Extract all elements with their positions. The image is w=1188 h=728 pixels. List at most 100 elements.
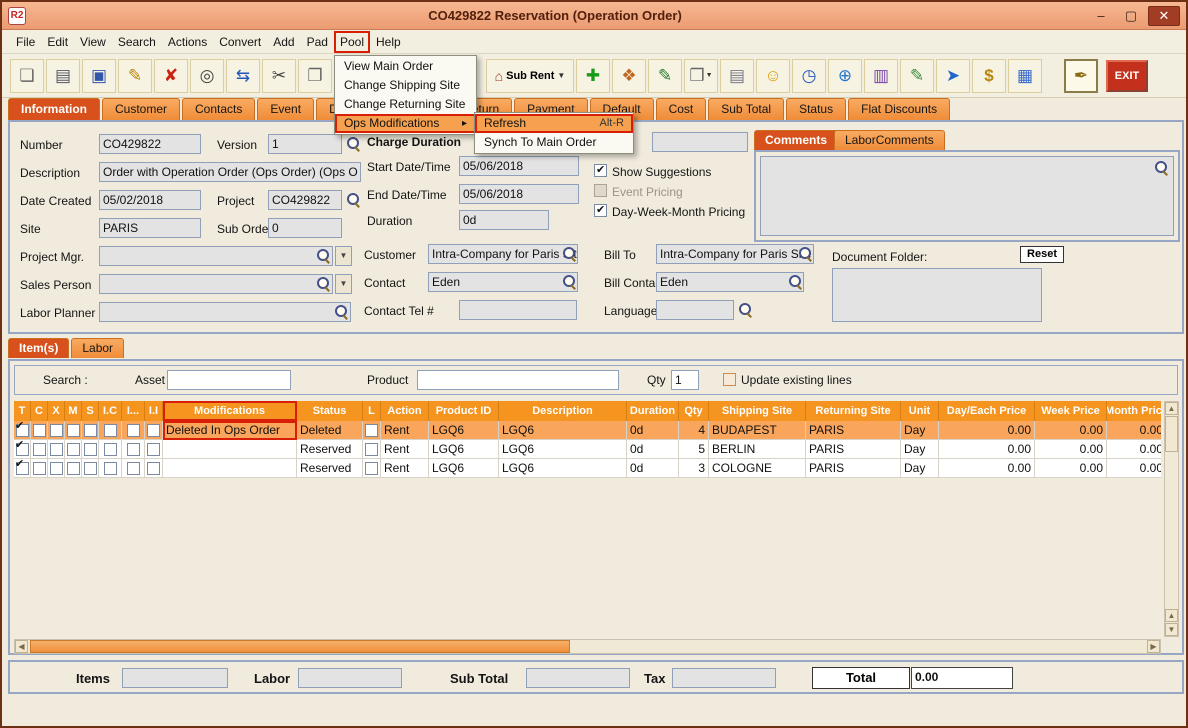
product-search-field[interactable] [417,370,619,390]
col-week-price[interactable]: Week Price [1035,401,1107,421]
tab-labor[interactable]: Labor [71,338,124,358]
l-checkbox[interactable] [365,424,378,437]
ic-checkbox[interactable] [104,443,117,456]
menu-item-view-main-order[interactable]: View Main Order [335,57,476,76]
returning-site-cell[interactable]: PARIS [806,440,901,459]
comments-search-icon[interactable] [1154,160,1168,174]
t-checkbox[interactable] [16,443,29,456]
product-id-cell[interactable]: LGQ6 [429,440,499,459]
menu-item-refresh[interactable]: Refresh Alt-R [475,114,633,133]
month-price-cell[interactable]: 0.00 [1107,421,1161,440]
modifications-cell[interactable] [163,459,297,478]
col-returning-site[interactable]: Returning Site [806,401,901,421]
duration-cell[interactable]: 0d [627,459,679,478]
edit-button[interactable]: ✎ [118,59,152,93]
tab-event[interactable]: Event [257,98,314,120]
col-unit[interactable]: Unit [901,401,939,421]
col-action[interactable]: Action [381,401,429,421]
tab-information[interactable]: Information [8,98,100,120]
i2-checkbox[interactable] [127,443,140,456]
c-checkbox[interactable] [33,443,46,456]
cut-button[interactable]: ✂ [262,59,296,93]
scroll-up-icon[interactable]: ▲ [1165,402,1178,415]
version-search-icon[interactable] [346,136,360,150]
language-search-icon[interactable] [738,302,752,316]
col-description[interactable]: Description [499,401,627,421]
week-price-cell[interactable]: 0.00 [1035,421,1107,440]
action-cell[interactable]: Rent [381,459,429,478]
labor-planner-search-icon[interactable] [334,304,348,318]
tab-cost[interactable]: Cost [656,98,707,120]
col-c[interactable]: C [31,401,48,421]
status-cell[interactable]: Reserved [297,459,363,478]
col-day-each-price[interactable]: Day/Each Price [939,401,1035,421]
tab-sub-total[interactable]: Sub Total [708,98,784,120]
start-date-field[interactable]: 05/06/2018 [459,156,579,176]
menu-edit[interactable]: Edit [41,31,74,53]
col-s[interactable]: S [82,401,99,421]
scroll-right-icon[interactable]: ▶ [1147,640,1160,653]
memo-button[interactable]: ✎ [900,59,934,93]
qty-field[interactable]: 1 [671,370,699,390]
contact-tel-field[interactable] [459,300,577,320]
tab-labor-comments[interactable]: LaborComments [834,130,945,150]
duration-cell[interactable]: 0d [627,421,679,440]
col-i2[interactable]: I... [122,401,145,421]
billing-button[interactable]: $ [972,59,1006,93]
labor-planner-field[interactable] [99,302,351,322]
time-button[interactable]: ◷ [792,59,826,93]
t-checkbox[interactable] [16,424,29,437]
action-cell[interactable]: Rent [381,440,429,459]
col-t[interactable]: T [14,401,31,421]
menu-help[interactable]: Help [370,31,407,53]
sales-person-dropdown-button[interactable]: ▼ [335,274,352,294]
add-line-button[interactable]: ✚ [576,59,610,93]
copies-button[interactable]: ❒▼ [684,59,718,93]
tab-status[interactable]: Status [786,98,846,120]
menu-pool[interactable]: Pool View Main Order Change Shipping Sit… [334,31,370,53]
sub-orders-field[interactable]: 0 [268,218,342,238]
bill-to-field[interactable]: Intra-Company for Paris Site [656,244,814,264]
col-x[interactable]: X [48,401,65,421]
table-row[interactable]: Reserved Rent LGQ6 LGQ6 0d 5 BERLIN PARI… [14,440,1161,459]
asset-search-field[interactable] [167,370,291,390]
date-created-field[interactable]: 05/02/2018 [99,190,201,210]
x-checkbox[interactable] [50,424,63,437]
ii-checkbox[interactable] [147,424,160,437]
event-pricing-checkbox[interactable] [594,184,607,197]
description-field[interactable]: Order with Operation Order (Ops Order) (… [99,162,361,182]
month-price-cell[interactable]: 0.00 [1107,459,1161,478]
ic-checkbox[interactable] [104,424,117,437]
unit-cell[interactable]: Day [901,440,939,459]
project-mgr-search-icon[interactable] [316,248,330,262]
number-field[interactable]: CO429822 [99,134,201,154]
col-qty[interactable]: Qty [679,401,709,421]
s-checkbox[interactable] [84,443,97,456]
group-items-button[interactable]: ❖ [612,59,646,93]
customer-search-icon[interactable] [562,246,576,260]
save-button[interactable]: ▣ [82,59,116,93]
print-preview-button[interactable]: ▤ [720,59,754,93]
action-cell[interactable]: Rent [381,421,429,440]
product-id-cell[interactable]: LGQ6 [429,421,499,440]
product-id-cell[interactable]: LGQ6 [429,459,499,478]
t-checkbox[interactable] [16,462,29,475]
project-search-icon[interactable] [346,192,360,206]
duration-field[interactable]: 0d [459,210,549,230]
ic-checkbox[interactable] [104,462,117,475]
day-price-cell[interactable]: 0.00 [939,421,1035,440]
exit-button[interactable]: EXIT [1106,60,1148,92]
unit-cell[interactable]: Day [901,459,939,478]
show-suggestions-checkbox[interactable] [594,164,607,177]
tab-customer[interactable]: Customer [102,98,180,120]
description-cell[interactable]: LGQ6 [499,421,627,440]
x-checkbox[interactable] [50,462,63,475]
table-row[interactable]: Deleted In Ops Order Deleted Rent LGQ6 L… [14,421,1161,440]
col-ii[interactable]: I.I [145,401,163,421]
menu-add[interactable]: Add [267,31,300,53]
menu-item-ops-modifications[interactable]: Ops Modifications ▸ [335,114,476,133]
bill-to-search-icon[interactable] [798,246,812,260]
col-shipping-site[interactable]: Shipping Site [709,401,806,421]
sales-person-field[interactable] [99,274,333,294]
unit-cell[interactable]: Day [901,421,939,440]
